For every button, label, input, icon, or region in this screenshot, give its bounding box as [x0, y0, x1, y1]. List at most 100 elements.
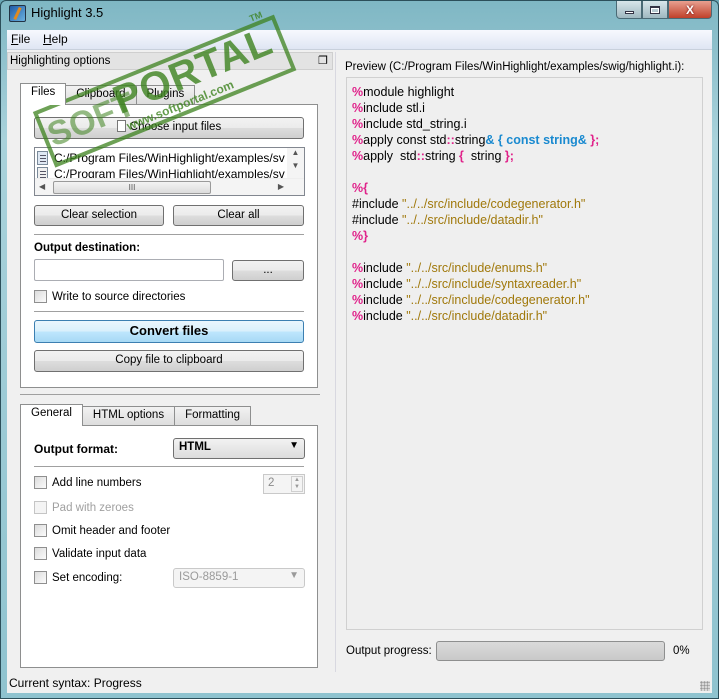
scroll-up-icon[interactable]: ▲	[287, 148, 304, 157]
code-token: include	[363, 277, 407, 291]
checkbox-box[interactable]	[34, 524, 47, 537]
pad-with-zeroes-label: Pad with zeroes	[52, 501, 134, 514]
encoding-select[interactable]: ISO-8859-1 ▼	[173, 568, 305, 588]
code-token: %}	[352, 229, 368, 243]
file-path: C:/Program Files/WinHighlight/examples/s…	[54, 151, 285, 165]
minimize-button[interactable]	[616, 1, 642, 19]
scroll-down-icon[interactable]: ▼	[287, 161, 304, 170]
code-token: #include	[352, 213, 403, 227]
tab-html-options[interactable]: HTML options	[81, 406, 176, 426]
line-number-width-spinner[interactable]: 2 ▲ ▼	[263, 474, 305, 494]
close-icon: X	[685, 2, 694, 17]
float-dock-icon[interactable]: ❐	[318, 54, 328, 67]
copy-to-clipboard-button[interactable]: Copy file to clipboard	[34, 350, 304, 372]
code-line: %include stl.i	[352, 100, 702, 116]
code-line: %include std_string.i	[352, 116, 702, 132]
app-icon	[9, 5, 26, 22]
output-progress-bar	[436, 641, 665, 661]
choose-input-files-button[interactable]: Choose input files	[34, 117, 304, 139]
output-progress-value: 0%	[673, 645, 690, 657]
code-token: include stl.i	[363, 101, 425, 115]
code-line: %apply const std::string& { const string…	[352, 132, 702, 148]
tab-files[interactable]: Files	[20, 83, 67, 105]
set-encoding-checkbox[interactable]: Set encoding:	[34, 571, 122, 584]
divider	[34, 466, 304, 467]
checkbox-box[interactable]	[34, 476, 47, 489]
tab-clipboard[interactable]: Clipboard	[65, 85, 137, 105]
window-title: Highlight 3.5	[31, 5, 104, 20]
code-token: #include	[352, 197, 403, 211]
checkbox-box[interactable]	[34, 571, 47, 584]
horizontal-scrollbar[interactable]: ◀ III ▶	[35, 178, 304, 195]
maximize-button[interactable]	[642, 1, 668, 19]
output-destination-input[interactable]	[34, 259, 224, 281]
code-token: apply const std	[363, 133, 447, 147]
client-area: File Help Highlighting options ❐ Files C…	[7, 30, 712, 693]
write-to-source-checkbox[interactable]: Write to source directories	[34, 290, 185, 303]
convert-files-button[interactable]: Convert files	[34, 320, 304, 343]
code-token: %	[352, 293, 364, 307]
code-line: %include "../../src/include/codegenerato…	[352, 292, 702, 308]
code-preview[interactable]: %module highlight %include stl.i %include …	[346, 77, 703, 630]
menu-bar: File Help	[7, 30, 712, 50]
vertical-scrollbar[interactable]: ▲ ▼	[287, 148, 304, 178]
code-token: include	[363, 261, 407, 275]
scroll-right-icon[interactable]: ▶	[278, 182, 284, 191]
files-panel: Choose input files C:/Program Files/WinH…	[20, 104, 318, 388]
code-token: "../../src/include/codegenerator.h"	[406, 293, 590, 307]
resize-grip-icon[interactable]	[700, 681, 710, 691]
menu-help[interactable]: Help	[43, 32, 68, 46]
menu-help-accel: H	[43, 32, 52, 46]
checkbox-box[interactable]	[34, 547, 47, 560]
code-token: module highlight	[363, 85, 455, 99]
code-token: apply std	[363, 149, 417, 163]
code-token: %	[352, 133, 364, 147]
minimize-icon	[624, 10, 634, 14]
list-item[interactable]: C:/Program Files/WinHighlight/examples/s…	[37, 150, 285, 166]
code-token: %	[352, 277, 364, 291]
code-token: "../../src/include/syntaxreader.h"	[406, 277, 582, 291]
tab-general[interactable]: General	[20, 404, 83, 426]
add-line-numbers-checkbox[interactable]: Add line numbers	[34, 476, 142, 489]
output-format-value: HTML	[179, 441, 211, 453]
menu-file[interactable]: File	[11, 32, 30, 46]
clear-all-button[interactable]: Clear all	[173, 205, 304, 226]
code-token: %	[352, 117, 364, 131]
browse-button[interactable]: ...	[232, 260, 304, 281]
code-line: %}	[352, 228, 702, 244]
code-token: include	[363, 309, 407, 323]
divider	[34, 234, 304, 235]
code-token: %	[352, 261, 364, 275]
title-bar[interactable]: Highlight 3.5 X	[1, 1, 718, 29]
close-button[interactable]: X	[668, 1, 712, 19]
general-panel: Output format: HTML ▼ Add line numbers 2…	[20, 425, 318, 668]
validate-input-checkbox[interactable]: Validate input data	[34, 547, 146, 560]
scroll-left-icon[interactable]: ◀	[39, 182, 45, 191]
splitter-handle[interactable]	[335, 52, 338, 672]
dock-title-bar[interactable]: Highlighting options ❐	[7, 52, 333, 70]
code-token: & { const string&	[485, 133, 591, 147]
spinner-arrows-icon[interactable]: ▲ ▼	[291, 476, 303, 492]
code-token: };	[590, 133, 600, 147]
code-token: %	[352, 101, 364, 115]
clear-selection-button[interactable]: Clear selection	[34, 205, 164, 226]
input-files-list[interactable]: C:/Program Files/WinHighlight/examples/s…	[34, 147, 305, 196]
omit-header-footer-checkbox[interactable]: Omit header and footer	[34, 524, 170, 537]
code-line: %include "../../src/include/datadir.h"	[352, 308, 702, 324]
code-token: %	[352, 85, 364, 99]
tab-plugins[interactable]: Plugins	[135, 85, 196, 105]
code-line: %apply std::string { string };	[352, 148, 702, 164]
code-line: #include "../../src/include/codegenerato…	[352, 196, 702, 212]
horizontal-scroll-thumb[interactable]: III	[53, 181, 211, 194]
file-icon	[37, 151, 48, 165]
checkbox-box[interactable]	[34, 290, 47, 303]
validate-input-label: Validate input data	[52, 547, 147, 560]
chevron-down-icon: ▼	[289, 570, 299, 581]
code-token: "../../src/include/enums.h"	[406, 261, 548, 275]
code-token: "../../src/include/codegenerator.h"	[402, 197, 586, 211]
tab-formatting[interactable]: Formatting	[174, 406, 252, 426]
code-token: string	[424, 149, 460, 163]
output-format-select[interactable]: HTML ▼	[173, 438, 305, 459]
encoding-value: ISO-8859-1	[179, 571, 239, 583]
